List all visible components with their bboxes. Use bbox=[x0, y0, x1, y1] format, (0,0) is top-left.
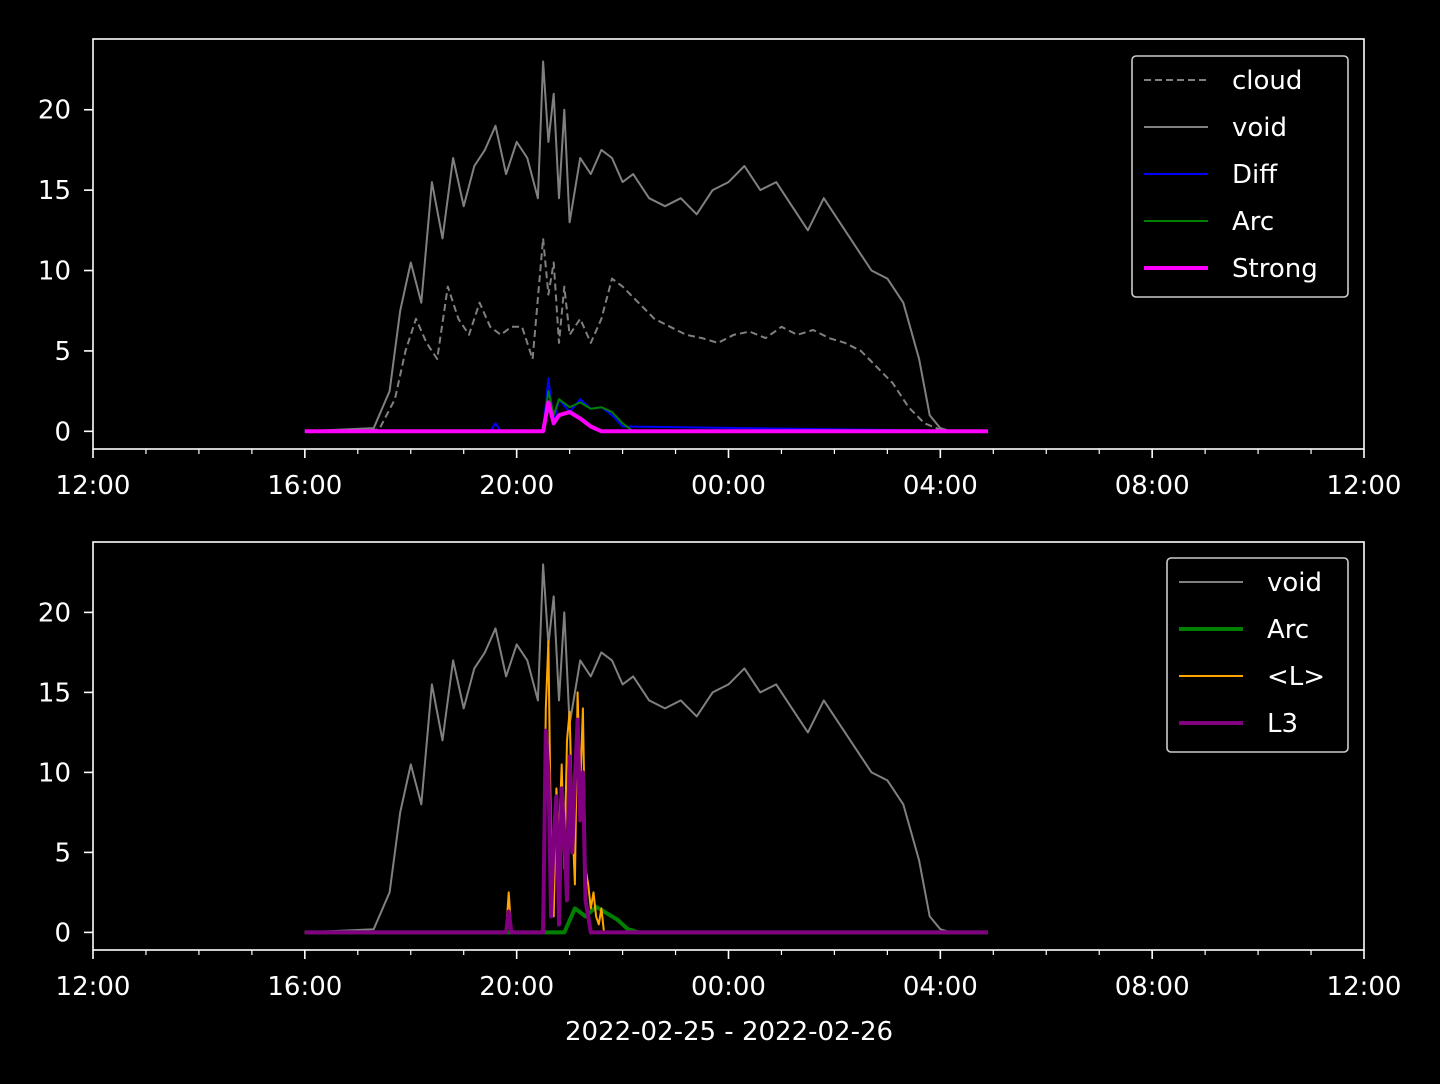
x-tick-label: 04:00 bbox=[903, 471, 978, 501]
legend-label: Arc bbox=[1267, 615, 1309, 645]
x-tick-label: 12:00 bbox=[1327, 972, 1402, 1002]
x-axis-label: 2022-02-25 - 2022-02-26 bbox=[565, 1017, 893, 1047]
x-tick-label: 12:00 bbox=[1327, 471, 1402, 501]
y-tick-label: 10 bbox=[38, 257, 71, 287]
figure: 12:00 16:00 20:00 00:00 04:00 08:00 12:00 0 5 10 1… bbox=[0, 0, 1440, 1080]
figure-canvas: 12:00 16:00 20:00 00:00 04:00 08:00 12:00 0 5 10 1… bbox=[0, 0, 1440, 1080]
legend-label: Arc bbox=[1232, 207, 1274, 237]
x-tick-label: 00:00 bbox=[691, 972, 766, 1002]
x-tick-label: 20:00 bbox=[479, 972, 554, 1002]
legend-label: cloud bbox=[1232, 66, 1302, 96]
y-tick-label: 10 bbox=[38, 758, 71, 788]
x-tick-label: 08:00 bbox=[1115, 972, 1190, 1002]
y-tick-label: 5 bbox=[54, 838, 71, 868]
y-tick-label: 20 bbox=[38, 598, 71, 628]
legend: cloud void Diff Arc Strong bbox=[1131, 55, 1349, 298]
x-tick-label: 12:00 bbox=[56, 972, 131, 1002]
y-tick-label: 5 bbox=[54, 337, 71, 367]
y-tick-label: 20 bbox=[38, 96, 71, 126]
legend-label: void bbox=[1232, 113, 1287, 143]
x-tick-label: 00:00 bbox=[691, 471, 766, 501]
x-tick-label: 04:00 bbox=[903, 972, 978, 1002]
legend-label: L3 bbox=[1267, 709, 1298, 739]
legend-label: Diff bbox=[1232, 160, 1278, 190]
x-tick-label: 16:00 bbox=[267, 471, 342, 501]
x-tick-label: 16:00 bbox=[267, 972, 342, 1002]
legend-label: <L> bbox=[1267, 662, 1325, 692]
legend: void Arc <L> L3 bbox=[1166, 557, 1349, 753]
y-tick-label: 0 bbox=[54, 918, 71, 948]
legend-label: void bbox=[1267, 568, 1322, 598]
x-tick-label: 12:00 bbox=[56, 471, 131, 501]
y-tick-label: 0 bbox=[54, 417, 71, 447]
x-tick-label: 08:00 bbox=[1115, 471, 1190, 501]
y-tick-label: 15 bbox=[38, 678, 71, 708]
y-tick-label: 15 bbox=[38, 176, 71, 206]
x-tick-label: 20:00 bbox=[479, 471, 554, 501]
legend-label: Strong bbox=[1232, 254, 1318, 284]
